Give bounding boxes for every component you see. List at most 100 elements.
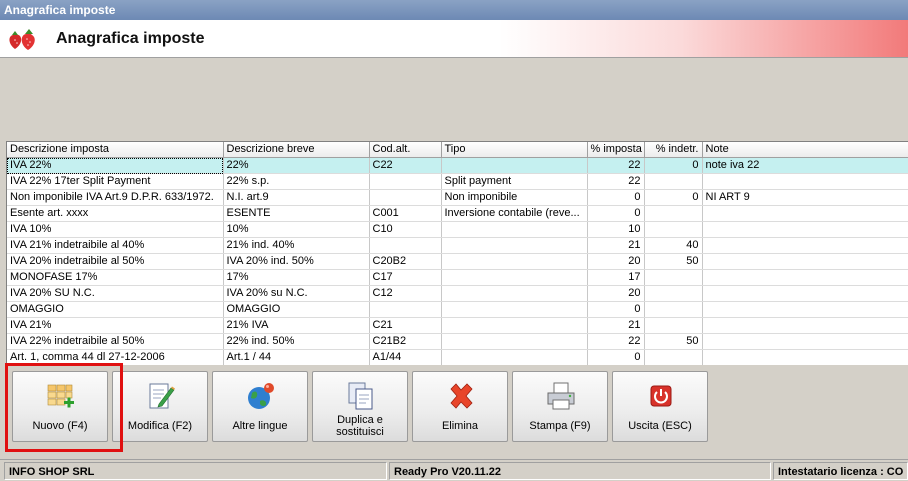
table-cell (441, 221, 588, 238)
table-cell: OMAGGIO (223, 301, 370, 318)
table-cell: 20 (587, 285, 645, 302)
table-row[interactable]: Art. 1, comma 44 dl 27-12-2006 Art.1 / 44… (7, 349, 908, 365)
table-cell: 21% ind. 40% (223, 237, 370, 254)
table-cell: Esente art. xxxx (7, 205, 224, 222)
table-cell: note iva 22 (702, 157, 908, 174)
globe-icon (248, 383, 274, 409)
print-button[interactable]: Stampa (F9) (512, 371, 608, 442)
table-cell: C17 (369, 269, 442, 286)
table-cell (644, 301, 703, 318)
table-cell: MONOFASE 17% (7, 269, 224, 286)
table-cell: 21 (587, 317, 645, 334)
table-cell: IVA 10% (7, 221, 224, 238)
table-cell (441, 157, 588, 174)
table-cell: C12 (369, 285, 442, 302)
edit-button[interactable]: Modifica (F2) (112, 371, 208, 442)
column-header[interactable]: Cod.alt. (369, 142, 442, 158)
column-header[interactable]: Descrizione imposta (7, 142, 224, 158)
status-license: Intestatario licenza : CO (773, 462, 908, 480)
printer-icon (547, 382, 575, 410)
table-cell: OMAGGIO (7, 301, 224, 318)
table-row[interactable]: IVA 10% 10% C10 10 (7, 221, 908, 238)
duplicate-button-label: Duplica e sostituisci (336, 414, 384, 438)
table-row[interactable]: IVA 20% indetraibile al 50% IVA 20% ind. … (7, 253, 908, 270)
table-cell: A1/44 (369, 349, 442, 365)
table-row[interactable]: IVA 22% 22% C22 22 0 note iva 22 (7, 157, 908, 174)
table-cell: C20B2 (369, 253, 442, 270)
exit-icon (650, 385, 672, 407)
other-languages-button-label: Altre lingue (232, 420, 288, 432)
table-cell: N.I. art.9 (223, 189, 370, 206)
table-cell: 22% (223, 157, 370, 174)
table-cell: C10 (369, 221, 442, 238)
edit-button-label: Modifica (F2) (127, 420, 193, 432)
table-cell: 17 (587, 269, 645, 286)
column-header[interactable]: Descrizione breve (223, 142, 370, 158)
tax-grid[interactable]: Descrizione imposta Descrizione breve Co… (6, 141, 908, 365)
column-header[interactable]: % indetr. (644, 142, 703, 158)
table-cell: ESENTE (223, 205, 370, 222)
window-title: Anagrafica imposte (4, 3, 116, 17)
table-cell (369, 173, 442, 190)
other-languages-button[interactable]: Altre lingue (212, 371, 308, 442)
table-row[interactable]: IVA 22% 17ter Split Payment 22% s.p. Split… (7, 173, 908, 190)
table-cell (644, 285, 703, 302)
table-cell: 50 (644, 333, 703, 350)
table-cell: C21 (369, 317, 442, 334)
duplicate-icon (348, 382, 373, 410)
table-row[interactable]: MONOFASE 17% 17% C17 17 (7, 269, 908, 286)
table-cell: 0 (587, 301, 645, 318)
table-row[interactable]: Esente art. xxxx ESENTE C001 Inversione con… (7, 205, 908, 222)
table-cell: 10 (587, 221, 645, 238)
table-cell: 21 (587, 237, 645, 254)
table-cell: 0 (644, 189, 703, 206)
column-header[interactable]: Note (702, 142, 908, 158)
column-header[interactable]: Tipo (441, 142, 588, 158)
table-cell (702, 285, 908, 302)
table-cell: Non imponibile IVA Art.9 D.P.R. 633/1972… (7, 189, 224, 206)
exit-button[interactable]: Uscita (ESC) (612, 371, 708, 442)
table-cell (441, 253, 588, 270)
toolbar: Nuovo (F4) Modifica (F2) Altre lingue Du… (0, 366, 908, 456)
table-cell (369, 237, 442, 254)
strawberry-icon (9, 29, 35, 50)
table-cell (702, 349, 908, 365)
duplicate-button[interactable]: Duplica e sostituisci (312, 371, 408, 442)
table-cell (441, 285, 588, 302)
table-cell: 22 (587, 173, 645, 190)
table-cell (441, 237, 588, 254)
table-cell: IVA 21% (7, 317, 224, 334)
table-cell (441, 317, 588, 334)
table-row[interactable]: IVA 20% SU N.C. IVA 20% su N.C. C12 20 (7, 285, 908, 302)
delete-x-icon (450, 383, 473, 409)
table-cell: Art.1 / 44 (223, 349, 370, 365)
page-title: Anagrafica imposte (56, 30, 205, 47)
table-cell: 0 (644, 157, 703, 174)
table-cell (644, 269, 703, 286)
exit-button-label: Uscita (ESC) (628, 420, 692, 432)
table-cell: IVA 20% SU N.C. (7, 285, 224, 302)
page-header: Anagrafica imposte (0, 20, 908, 58)
table-cell: 40 (644, 237, 703, 254)
table-cell: 0 (587, 205, 645, 222)
grid-header-row: Descrizione imposta Descrizione breve Co… (7, 142, 908, 158)
table-row[interactable]: IVA 21% indetraibile al 40% 21% ind. 40% 2… (7, 237, 908, 254)
table-cell (369, 301, 442, 318)
table-cell (702, 253, 908, 270)
table-row[interactable]: OMAGGIO OMAGGIO 0 (7, 301, 908, 318)
table-cell: 0 (587, 189, 645, 206)
table-row[interactable]: IVA 21% 21% IVA C21 21 (7, 317, 908, 334)
table-cell (702, 205, 908, 222)
table-cell (644, 173, 703, 190)
delete-button[interactable]: Elimina (412, 371, 508, 442)
table-cell: 22% ind. 50% (223, 333, 370, 350)
table-cell (702, 173, 908, 190)
table-row[interactable]: IVA 22% indetraibile al 50% 22% ind. 50% C… (7, 333, 908, 350)
table-row[interactable]: Non imponibile IVA Art.9 D.P.R. 633/1972… (7, 189, 908, 206)
table-cell: C001 (369, 205, 442, 222)
column-header[interactable]: % imposta (587, 142, 645, 158)
table-cell (702, 301, 908, 318)
table-cell: IVA 22% 17ter Split Payment (7, 173, 224, 190)
table-cell: Non imponibile (441, 189, 588, 206)
status-bar: INFO SHOP SRL Ready Pro V20.11.22 Intest… (0, 459, 908, 481)
